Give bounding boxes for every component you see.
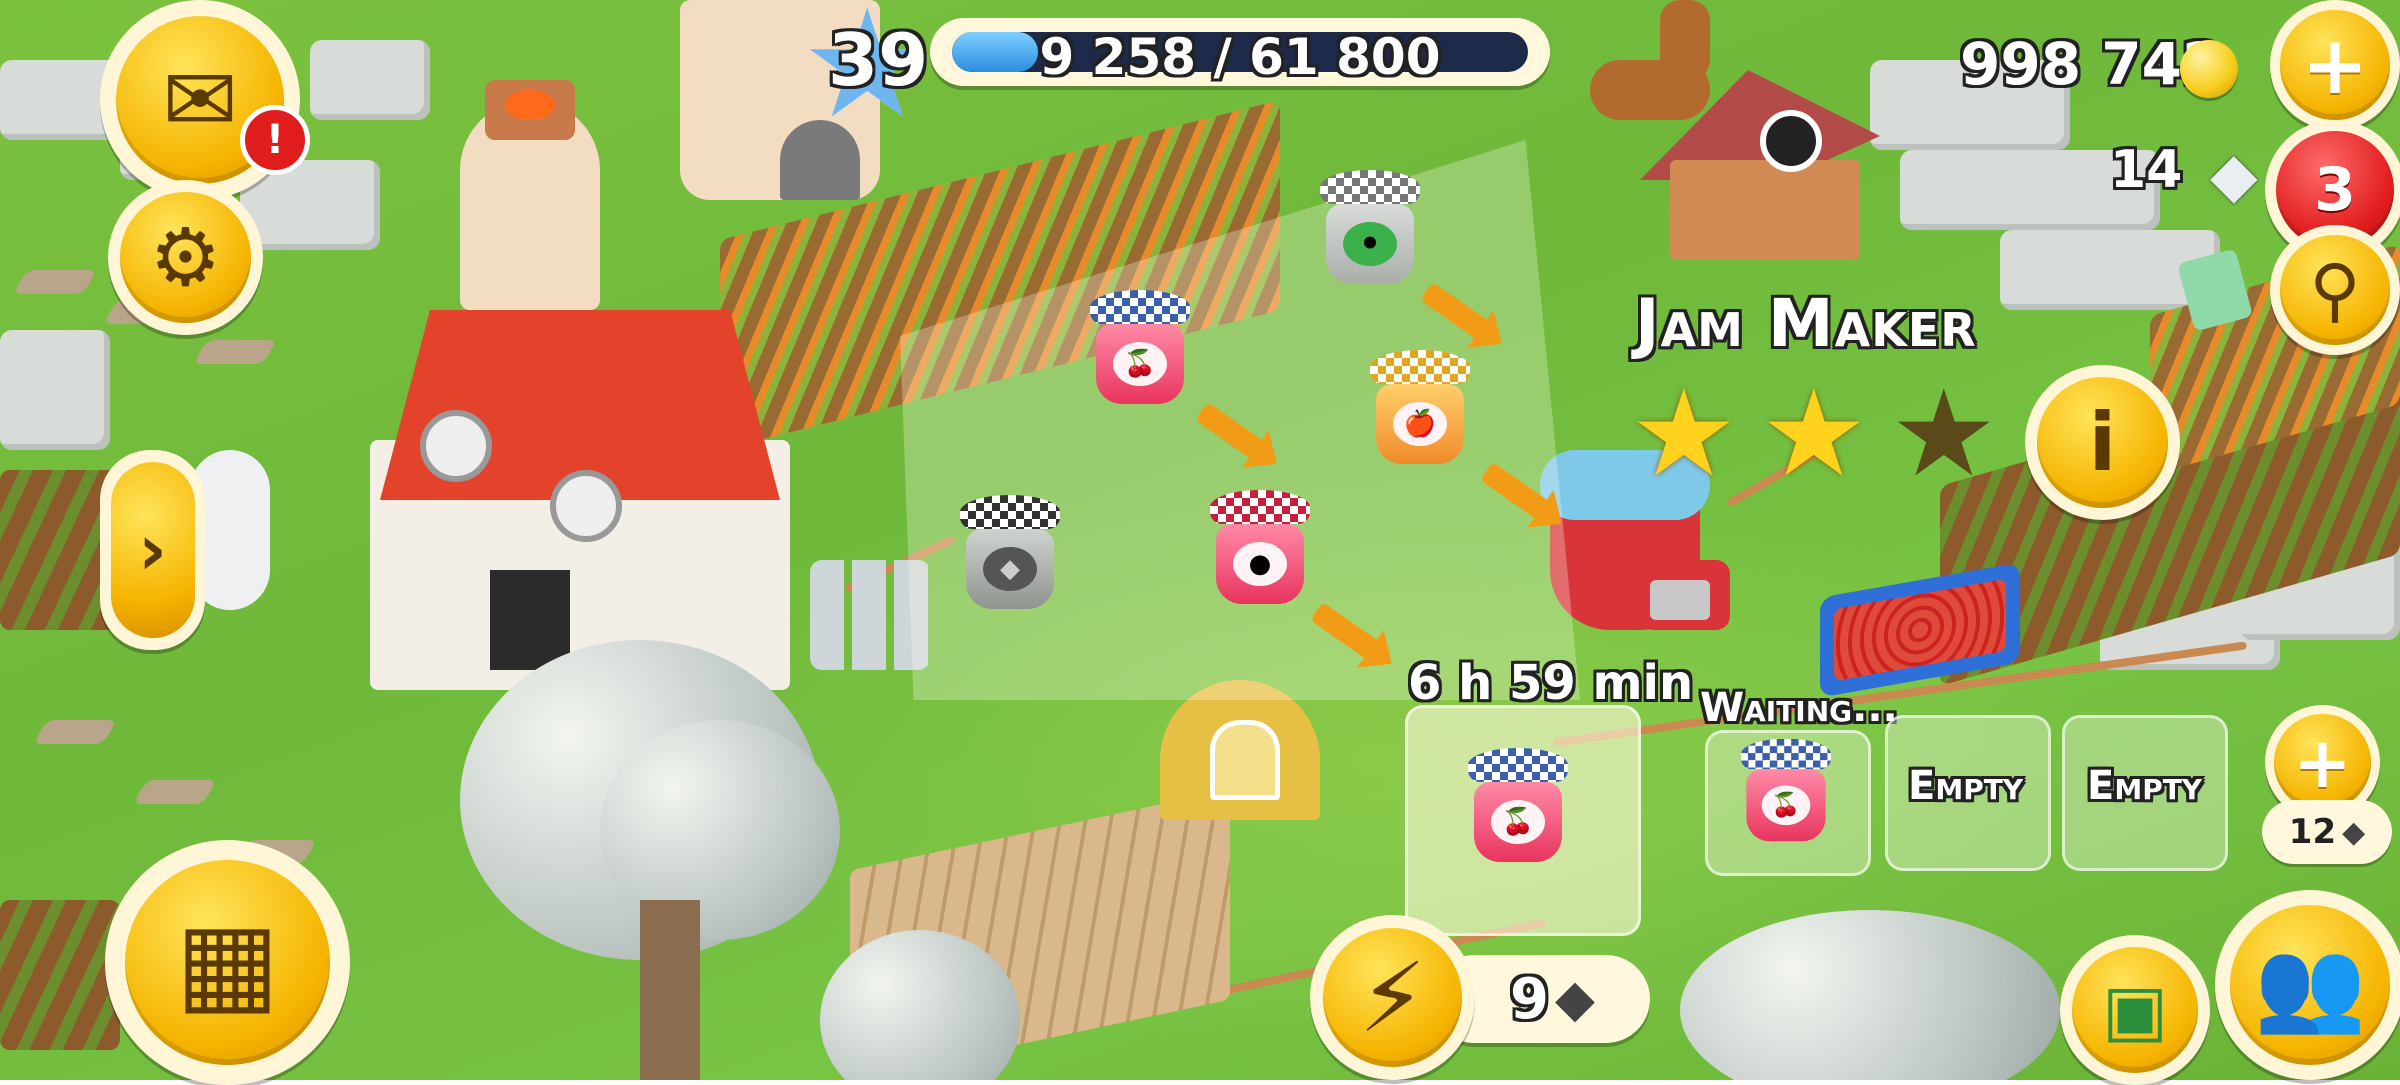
plus-icon: +	[2293, 721, 2352, 804]
apple-icon: 🍎	[1393, 402, 1447, 446]
shop-button[interactable]: ▦	[105, 840, 350, 1085]
queue-slot-label: Empty	[1908, 763, 2024, 809]
queue-slot-3[interactable]: Empty	[2062, 715, 2228, 871]
star-filled-icon: ★	[1760, 365, 1868, 504]
path-stone	[13, 270, 97, 294]
crop-field[interactable]	[0, 900, 120, 1050]
speed-up-button[interactable]: ⚡	[1310, 915, 1475, 1080]
recipe-raspberry-jam[interactable]: ●	[1210, 490, 1310, 604]
xp-text: 9 258 / 61 800	[1039, 28, 1441, 86]
skip-cost-value: 9	[1510, 967, 1549, 1032]
active-production-slot[interactable]: 🍒	[1405, 705, 1641, 936]
friends-button[interactable]: 👥	[2215, 890, 2400, 1080]
recipe-blackberry-jam[interactable]: ⚫	[1320, 170, 1420, 284]
cards-icon: ▣	[2101, 969, 2169, 1051]
hobbit-house[interactable]	[1160, 680, 1320, 820]
strawberry-icon: ◆	[983, 547, 1037, 591]
path-stone	[33, 720, 117, 744]
side-panel-toggle[interactable]: ›	[100, 450, 205, 650]
raspberry-icon: ●	[1233, 542, 1287, 586]
magnifier-icon: ⚲	[2309, 249, 2361, 331]
tree[interactable]	[600, 720, 840, 940]
plus-icon: +	[2301, 18, 2369, 112]
queue-slot-label: Empty	[2087, 763, 2203, 809]
friends-icon: 👥	[2253, 932, 2367, 1038]
recipe-apple-jam[interactable]: 🍎	[1370, 350, 1470, 464]
cherry-jam-item: 🍒	[1741, 738, 1831, 842]
envelope-icon: ✉	[162, 47, 238, 153]
queue-slot-1[interactable]: 🍒	[1705, 730, 1871, 876]
unlock-slot-cost-value: 12	[2288, 812, 2337, 852]
info-button[interactable]: i	[2025, 365, 2180, 520]
path-stone	[133, 780, 217, 804]
level-value: 39	[828, 18, 929, 102]
star-empty-icon: ★	[1890, 365, 1998, 504]
mail-alert-text: !	[265, 117, 285, 163]
add-coins-button[interactable]: +	[2270, 0, 2400, 130]
mail-alert-badge: !	[240, 105, 310, 175]
barn-building[interactable]	[330, 290, 830, 710]
coin-icon	[2180, 40, 2238, 98]
chevron-right-icon: ›	[138, 509, 167, 591]
settings-button[interactable]: ⚙	[108, 180, 263, 335]
diamond-icon: ◆	[1555, 969, 1595, 1029]
queue-slot-status-1: Waiting...	[1700, 685, 1898, 731]
decorations-button[interactable]: ▣	[2060, 935, 2210, 1085]
cash-register-icon: ▦	[175, 898, 280, 1027]
notification-count: 3	[2314, 155, 2356, 225]
machine-title: Jam Maker	[1635, 285, 1977, 362]
search-button[interactable]: ⚲	[2270, 225, 2400, 355]
furnace-building[interactable]	[440, 60, 630, 320]
diamond-count: 14	[2110, 140, 2183, 200]
diamond-icon: ◆	[2342, 814, 2366, 850]
tree[interactable]	[1680, 910, 2060, 1080]
stone-wall	[310, 40, 430, 120]
gear-icon: ⚙	[149, 211, 222, 304]
blackberry-icon: ⚫	[1343, 222, 1397, 266]
star-filled-icon: ★	[1630, 365, 1738, 504]
unlock-slot-cost[interactable]: 12 ◆	[2262, 800, 2392, 864]
cherry-icon: 🍒	[1113, 342, 1167, 386]
production-timer: 6 h 59 min	[1408, 655, 1694, 711]
info-icon: i	[2088, 396, 2117, 489]
queue-slot-2[interactable]: Empty	[1885, 715, 2051, 871]
path-stone	[193, 340, 277, 364]
recipe-cherry-jam[interactable]: 🍒	[1090, 290, 1190, 404]
cherry-jam-item: 🍒	[1468, 748, 1568, 862]
lightning-icon: ⚡	[1358, 941, 1427, 1054]
tree-trunk	[640, 900, 700, 1080]
diamond-icon: ◆	[2210, 138, 2258, 211]
stone-wall	[0, 330, 110, 450]
level-star-icon[interactable]: ★ 39	[800, 0, 950, 140]
recipe-strawberry-jam[interactable]: ◆	[960, 495, 1060, 609]
horse[interactable]	[1580, 0, 1720, 160]
xp-bar[interactable]: 9 258 / 61 800	[930, 18, 1550, 86]
